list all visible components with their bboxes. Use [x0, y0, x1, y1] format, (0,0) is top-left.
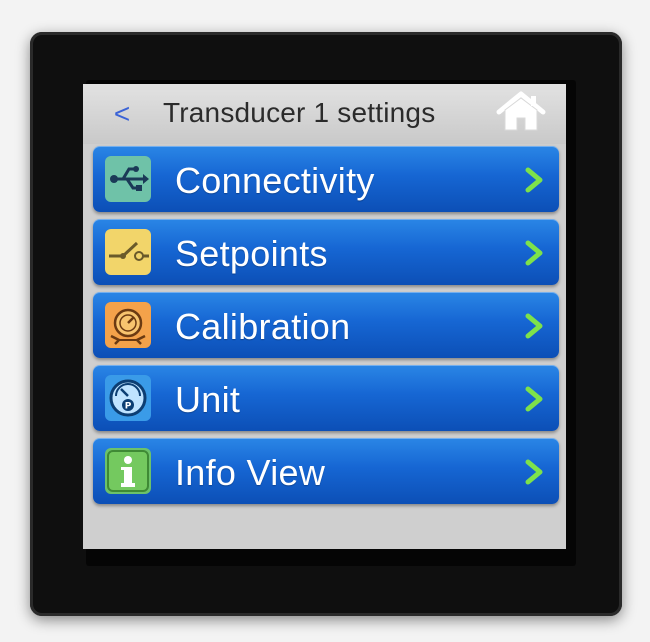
menu-item-label: Info View — [175, 452, 326, 493]
page-title: Transducer 1 settings — [163, 97, 436, 128]
menu-item-label: Unit — [175, 379, 241, 420]
info-icon — [105, 448, 151, 494]
chevron-right-icon — [525, 459, 543, 485]
menu-item-unit[interactable]: P Unit — [93, 365, 559, 431]
menu-item-connectivity[interactable]: Connectivity — [93, 146, 559, 212]
menu-item-label: Calibration — [175, 306, 351, 347]
chevron-right-icon — [525, 386, 543, 412]
usb-icon — [105, 156, 151, 202]
menu-item-label: Setpoints — [175, 233, 328, 274]
header-bar: < Transducer 1 settings — [83, 84, 566, 144]
back-arrow-icon: < — [113, 98, 131, 129]
pressure-unit-icon: P — [105, 375, 151, 421]
setpoint-switch-icon — [105, 229, 151, 275]
home-icon — [496, 91, 546, 131]
chevron-right-icon — [525, 167, 543, 193]
calibration-gauge-icon — [105, 302, 151, 348]
settings-menu: Connectivity Setpoints Calibration P Uni… — [93, 146, 559, 511]
menu-item-label: Connectivity — [175, 160, 375, 201]
chevron-right-icon — [525, 240, 543, 266]
chevron-right-icon — [525, 313, 543, 339]
home-button[interactable] — [495, 90, 547, 134]
menu-item-calibration[interactable]: Calibration — [93, 292, 559, 358]
svg-text:P: P — [125, 402, 132, 412]
menu-item-setpoints[interactable]: Setpoints — [93, 219, 559, 285]
menu-item-info-view[interactable]: Info View — [93, 438, 559, 504]
back-button[interactable]: < — [107, 98, 137, 130]
touch-screen: < Transducer 1 settings Connectivity Set… — [83, 84, 566, 549]
